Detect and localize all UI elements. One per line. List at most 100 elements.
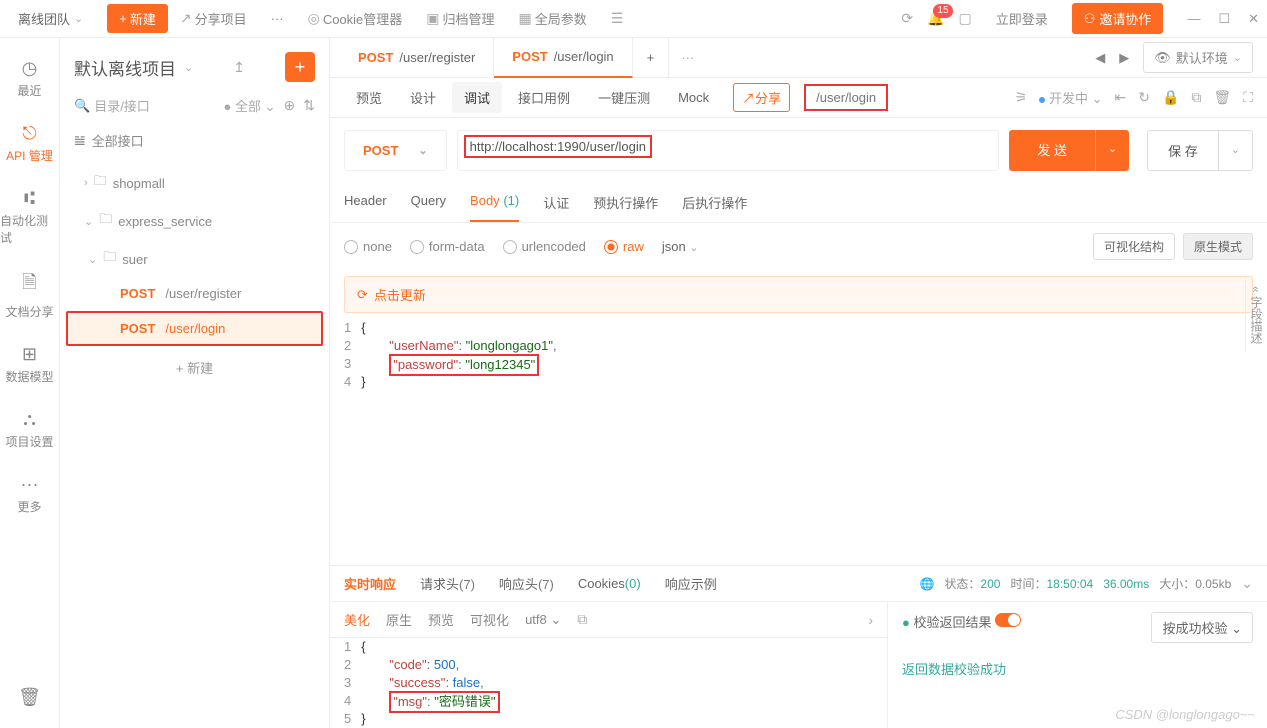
resptab-resphead[interactable]: 响应头(7)	[499, 574, 554, 593]
sidebar-add-button[interactable]: +	[285, 52, 315, 82]
resp-viz[interactable]: 可视化	[470, 610, 509, 629]
delete-icon[interactable]: 🗑	[1213, 89, 1231, 106]
request-tabs: POST /user/register POST /user/login + ·…	[330, 38, 1267, 78]
team-selector[interactable]: 离线团队 ⌄	[8, 9, 93, 28]
tab-next[interactable]: ▶	[1119, 50, 1129, 66]
chevron-right-icon[interactable]: ›	[868, 612, 873, 628]
subtab-design[interactable]: 设计	[398, 82, 448, 113]
environment-selector[interactable]: 👁 默认环境 ⌄	[1143, 42, 1253, 73]
subtab-preview[interactable]: 预览	[344, 82, 394, 113]
radio-raw[interactable]: raw	[604, 239, 644, 254]
resp-preview[interactable]: 预览	[428, 610, 454, 629]
tree-folder-express[interactable]: ⌄ 🗀 express_service	[60, 202, 329, 240]
radio-urlencoded[interactable]: urlencoded	[503, 239, 586, 254]
share-project-link[interactable]: ↗ 分享项目	[168, 9, 259, 28]
more-menu[interactable]: ···	[259, 11, 296, 26]
validation-toggle[interactable]	[995, 613, 1021, 627]
subtab-mock[interactable]: Mock	[666, 84, 721, 111]
reqtab-auth[interactable]: 认证	[543, 183, 569, 222]
list-icon[interactable]: ☰	[599, 10, 636, 27]
new-button[interactable]: + 新建	[107, 4, 168, 33]
share-button[interactable]: ↗分享	[733, 83, 790, 112]
scope-filter[interactable]: ● 全部 ⌄	[224, 96, 276, 115]
resptab-reqhead[interactable]: 请求头(7)	[420, 574, 475, 593]
validation-mode-dropdown[interactable]: 按成功校验 ⌄	[1151, 612, 1253, 643]
nav-recent[interactable]: ◷最近	[0, 50, 59, 107]
resptab-realtime[interactable]: 实时响应	[344, 574, 396, 593]
sync-icon[interactable]: ⟳	[901, 10, 913, 27]
history-icon[interactable]: ↻	[1138, 89, 1150, 106]
view-visual[interactable]: 可视化结构	[1093, 233, 1175, 260]
nav-trash[interactable]: 🗑	[0, 679, 59, 716]
field-desc-panel[interactable]: « 字段描述	[1245, 278, 1267, 352]
cookie-manager-link[interactable]: ◎ Cookie管理器	[296, 9, 415, 28]
copy-icon[interactable]: ⧉	[577, 611, 587, 628]
filter-icon[interactable]: ⚞	[1015, 89, 1028, 106]
collapse-icon[interactable]: ⌄	[1241, 575, 1253, 592]
tree-api-login[interactable]: POST /user/login	[66, 311, 323, 346]
global-params-link[interactable]: ▦ 全局参数	[507, 9, 599, 28]
reqtab-query[interactable]: Query	[411, 183, 446, 222]
subtab-debug[interactable]: 调试	[452, 82, 502, 113]
tab-add[interactable]: +	[633, 38, 670, 78]
resptab-example[interactable]: 响应示例	[665, 574, 717, 593]
dev-status[interactable]: 开发中 ⌄	[1039, 88, 1102, 107]
note-icon[interactable]: ▢	[959, 10, 972, 27]
copy-icon[interactable]: ⧉	[1191, 89, 1201, 106]
reqtab-postscript[interactable]: 后执行操作	[682, 183, 747, 222]
subtab-usecase[interactable]: 接口用例	[506, 82, 582, 113]
tab-prev[interactable]: ◀	[1095, 50, 1105, 66]
archive-link[interactable]: ▣ 归档管理	[414, 9, 506, 28]
tab-more[interactable]: ···	[669, 50, 706, 65]
radio-formdata[interactable]: form-data	[410, 239, 485, 254]
notifications-button[interactable]: 🔔 15	[927, 10, 944, 27]
nav-datamodel[interactable]: ⊞数据模型	[0, 336, 59, 393]
tab-register[interactable]: POST /user/register	[340, 38, 494, 78]
target-icon[interactable]: ⊕	[284, 97, 296, 114]
nav-api[interactable]: ⎋API 管理	[0, 115, 59, 172]
nav-autotest[interactable]: ⑆自动化测试	[0, 180, 59, 254]
save-button[interactable]: 保 存	[1147, 130, 1219, 171]
reqtab-header[interactable]: Header	[344, 183, 387, 222]
indent-icon[interactable]: ⇤	[1115, 89, 1127, 106]
expand-icon[interactable]: ⛶	[1243, 89, 1253, 106]
tree-folder-shopmall[interactable]: › 🗀 shopmall	[60, 164, 329, 202]
request-body-editor[interactable]: 1234 { "userName": "longlongago1", "pass…	[344, 319, 1253, 391]
refresh-notice[interactable]: ⟳ 点击更新	[344, 276, 1253, 313]
subtab-load[interactable]: 一键压测	[586, 82, 662, 113]
chevron-down-icon[interactable]: ⌄	[184, 61, 193, 74]
nav-more[interactable]: ···更多	[0, 466, 59, 523]
invite-button[interactable]: ⚇ 邀请协作	[1072, 3, 1164, 34]
resptab-cookies[interactable]: Cookies(0)	[578, 576, 641, 591]
all-apis-link[interactable]: 𝌡 全部接口	[60, 121, 329, 160]
tree-api-register[interactable]: POST /user/register	[60, 278, 329, 309]
view-raw[interactable]: 原生模式	[1183, 233, 1253, 260]
login-button[interactable]: 立即登录	[986, 4, 1058, 33]
resp-encoding[interactable]: utf8 ⌄	[525, 612, 561, 628]
nav-projset[interactable]: ⛬项目设置	[0, 401, 59, 458]
lock-icon[interactable]: 🔒	[1162, 89, 1179, 106]
tree-folder-suer[interactable]: ⌄ 🗀 suer	[60, 240, 329, 278]
tree-add-new[interactable]: + 新建	[60, 348, 329, 387]
minimize-button[interactable]: —	[1187, 11, 1200, 27]
maximize-button[interactable]: ☐	[1218, 11, 1230, 27]
send-dropdown[interactable]: ⌄	[1095, 130, 1129, 171]
share-label: 分享项目	[195, 9, 247, 28]
resp-raw[interactable]: 原生	[386, 610, 412, 629]
project-name[interactable]: 默认离线项目	[74, 55, 176, 80]
radio-none[interactable]: none	[344, 239, 392, 254]
export-icon[interactable]: ↥	[233, 59, 245, 76]
sidebar-search[interactable]: 🔍 目录/接口	[74, 96, 216, 115]
method-selector[interactable]: POST ⌄	[344, 130, 447, 171]
reqtab-prescript[interactable]: 预执行操作	[593, 183, 658, 222]
close-button[interactable]: ✕	[1248, 11, 1259, 27]
tab-login[interactable]: POST /user/login	[494, 38, 632, 78]
send-button[interactable]: 发 送	[1009, 130, 1095, 171]
save-dropdown[interactable]: ⌄	[1219, 130, 1253, 171]
sort-icon[interactable]: ⇅	[303, 97, 315, 114]
nav-docshare[interactable]: 🗎文档分享	[0, 262, 59, 328]
resp-beautify[interactable]: 美化	[344, 610, 370, 629]
reqtab-body[interactable]: Body (1)	[470, 183, 519, 222]
url-input[interactable]: http://localhost:1990/user/login	[457, 130, 1000, 171]
raw-type-selector[interactable]: json ⌄	[662, 239, 699, 254]
